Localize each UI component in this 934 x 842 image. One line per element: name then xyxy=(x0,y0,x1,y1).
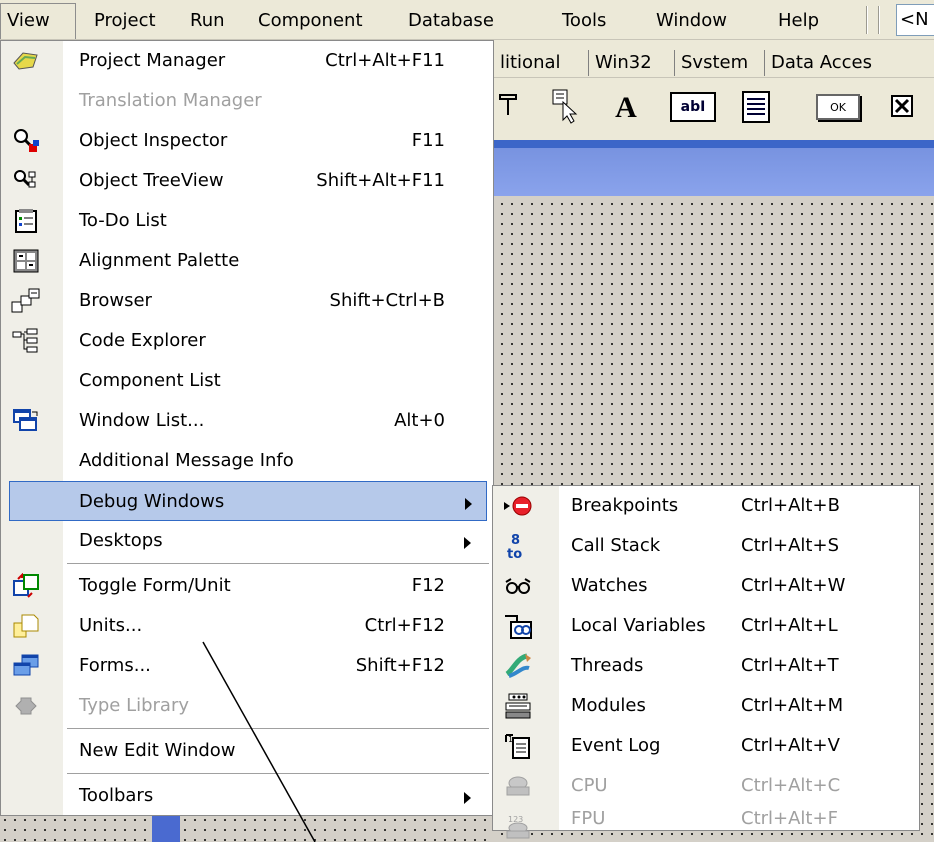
submenu-item-local-variables[interactable]: Local Variables Ctrl+Alt+L xyxy=(493,606,919,646)
menu-item-translation-manager[interactable]: Translation Manager xyxy=(1,81,493,121)
submenu-item-cpu[interactable]: CPU Ctrl+Alt+C xyxy=(493,766,919,806)
pointer-icon[interactable] xyxy=(546,86,586,126)
tab-system[interactable]: Svstem xyxy=(674,50,754,76)
menu-item-object-treeview[interactable]: Object TreeView Shift+Alt+F11 xyxy=(1,161,493,201)
form-designer-border xyxy=(494,140,934,148)
units-icon xyxy=(11,612,41,640)
submenu-item-watches[interactable]: Watches Ctrl+Alt+W xyxy=(493,566,919,606)
frame-icon[interactable] xyxy=(494,90,522,120)
designer-grid-strip xyxy=(0,815,494,842)
menu-item-desktops[interactable]: Desktops xyxy=(1,521,493,561)
svg-text:8: 8 xyxy=(511,533,520,548)
submenu-item-call-stack[interactable]: 8 to Call Stack Ctrl+Alt+S xyxy=(493,526,919,566)
menubar-separator xyxy=(878,6,880,34)
menu-item-forms[interactable]: Forms... Shift+F12 xyxy=(1,646,493,686)
menu-project[interactable]: Project xyxy=(94,9,156,33)
menu-separator xyxy=(67,773,489,775)
menu-item-object-inspector[interactable]: Object Inspector F11 xyxy=(1,121,493,161)
menu-bar: View Project Run Component Database Tool… xyxy=(0,0,934,40)
tab-win32[interactable]: Win32 xyxy=(588,50,658,76)
component-toolbar: A abI OK xyxy=(494,78,934,140)
svg-text:to: to xyxy=(507,547,522,560)
call-stack-icon: 8 to xyxy=(501,532,535,560)
menu-item-alignment-palette[interactable]: Alignment Palette xyxy=(1,241,493,281)
submenu-item-fpu[interactable]: 123 FPU Ctrl+Alt+F xyxy=(493,806,919,839)
menu-separator xyxy=(67,728,489,730)
browser-icon xyxy=(11,287,41,315)
menu-help[interactable]: Help xyxy=(778,9,819,33)
menu-item-project-manager[interactable]: Project Manager Ctrl+Alt+F11 xyxy=(1,41,493,81)
menu-component[interactable]: Component xyxy=(258,9,363,33)
toggle-form-unit-icon xyxy=(11,572,41,600)
component-palette-tabs: litional Win32 Svstem Data Acces xyxy=(494,40,934,78)
debug-windows-submenu: Breakpoints Ctrl+Alt+B 8 to Call Stack Ct… xyxy=(492,485,920,839)
checkbox-component-icon[interactable] xyxy=(888,92,916,120)
menu-item-code-explorer[interactable]: Code Explorer xyxy=(1,321,493,361)
submenu-arrow-icon xyxy=(464,537,471,549)
project-manager-icon xyxy=(11,47,41,75)
desktop-combo[interactable]: <N xyxy=(896,4,934,36)
window-list-icon xyxy=(11,407,41,435)
menu-separator xyxy=(67,563,489,565)
menu-tools[interactable]: Tools xyxy=(562,9,606,33)
breakpoints-icon xyxy=(501,492,535,520)
submenu-arrow-icon xyxy=(465,498,472,510)
menu-item-window-list[interactable]: Window List... Alt+0 xyxy=(1,401,493,441)
tab-additional[interactable]: litional xyxy=(494,50,567,76)
menu-item-component-list[interactable]: Component List xyxy=(1,361,493,401)
threads-icon xyxy=(501,652,535,680)
submenu-item-modules[interactable]: Modules Ctrl+Alt+M xyxy=(493,686,919,726)
menu-window[interactable]: Window xyxy=(656,9,727,33)
menubar-separator xyxy=(866,6,868,34)
object-treeview-icon xyxy=(11,167,41,195)
cpu-icon xyxy=(501,772,535,800)
modules-icon xyxy=(501,692,535,720)
code-explorer-icon xyxy=(11,327,41,355)
submenu-arrow-icon xyxy=(464,792,471,804)
menu-item-toolbars[interactable]: Toolbars xyxy=(1,776,493,816)
view-menu: Project Manager Ctrl+Alt+F11 Translation… xyxy=(0,40,494,816)
forms-icon xyxy=(11,652,41,680)
menu-item-browser[interactable]: Browser Shift+Ctrl+B xyxy=(1,281,493,321)
menu-item-debug-windows[interactable]: Debug Windows xyxy=(9,481,487,521)
label-component-icon[interactable]: A xyxy=(606,88,646,128)
submenu-item-event-log[interactable]: 1 Event Log Ctrl+Alt+V xyxy=(493,726,919,766)
edit-component-icon[interactable]: abI xyxy=(670,92,716,122)
todo-list-icon xyxy=(11,207,41,235)
fpu-icon: 123 xyxy=(501,812,535,840)
tab-data-access[interactable]: Data Acces xyxy=(764,50,878,76)
menu-item-type-library[interactable]: Type Library xyxy=(1,686,493,726)
local-variables-icon xyxy=(501,612,535,640)
svg-text:123: 123 xyxy=(508,815,523,824)
object-inspector-icon xyxy=(11,127,41,155)
button-component-icon[interactable]: OK xyxy=(816,94,860,120)
menu-view[interactable]: View xyxy=(0,3,76,39)
designer-scroll-marker xyxy=(152,815,180,842)
type-library-icon xyxy=(11,692,41,720)
menu-item-units[interactable]: Units... Ctrl+F12 xyxy=(1,606,493,646)
menu-item-new-edit-window[interactable]: New Edit Window xyxy=(1,731,493,771)
watches-icon xyxy=(501,572,535,600)
menu-item-toggle-form-unit[interactable]: Toggle Form/Unit F12 xyxy=(1,566,493,606)
event-log-icon: 1 xyxy=(501,732,535,760)
alignment-palette-icon xyxy=(11,247,41,275)
form-title-bar xyxy=(494,148,934,196)
submenu-item-breakpoints[interactable]: Breakpoints Ctrl+Alt+B xyxy=(493,486,919,526)
menu-item-additional-message-info[interactable]: Additional Message Info xyxy=(1,441,493,481)
submenu-item-threads[interactable]: Threads Ctrl+Alt+T xyxy=(493,646,919,686)
memo-component-icon[interactable] xyxy=(738,88,774,126)
menu-database[interactable]: Database xyxy=(408,9,494,33)
menu-run[interactable]: Run xyxy=(190,9,225,33)
menu-item-todo-list[interactable]: To-Do List xyxy=(1,201,493,241)
